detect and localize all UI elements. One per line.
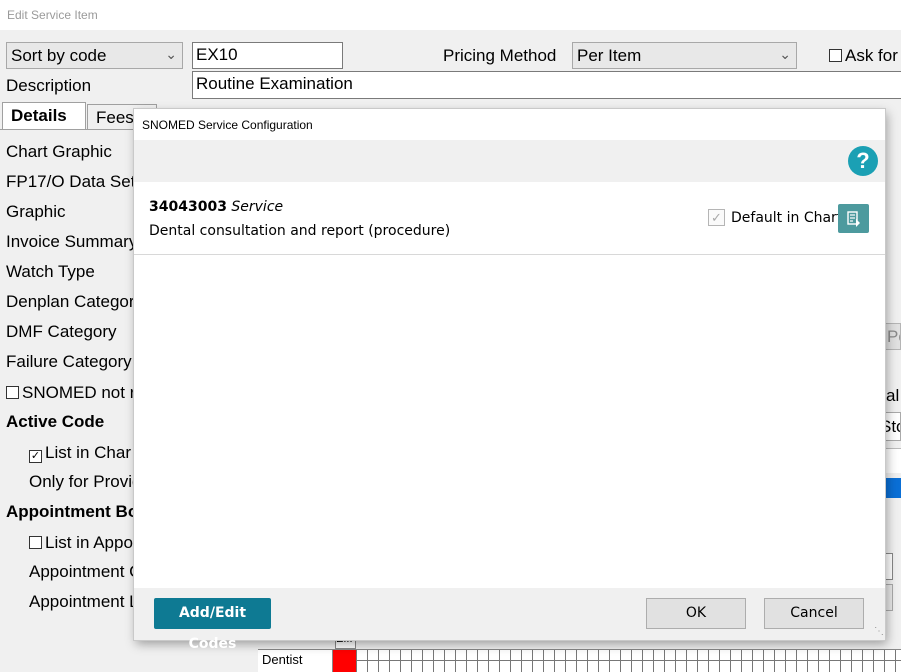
dialog-title: SNOMED Service Configuration [142,118,313,132]
dmf-category-label: DMF Category [6,322,117,341]
ok-button[interactable]: OK [646,598,746,629]
right-button-fragment[interactable]: Po [885,323,901,350]
dialog-toolbar: ? [134,140,885,182]
schedule-strip[interactable]: Dentist [258,649,901,672]
snomed-not-checkbox[interactable]: SNOMED not r [6,383,135,403]
list-in-appointment-checkbox[interactable]: List in Appo [29,533,133,553]
fp17o-label: FP17/O Data Set [6,172,136,191]
cancel-button[interactable]: Cancel [764,598,864,629]
chevron-down-icon: ⌄ [165,46,177,62]
window-titlebar: Edit Service Item [0,0,901,30]
right-selected-row[interactable] [885,478,901,498]
list-in-chart-checkbox[interactable]: ✓ List in Char [29,443,131,463]
only-for-provider-label: Only for Provid [29,472,142,491]
right-box-fragment-2[interactable] [885,584,893,611]
pricing-method-label: Pricing Method [443,46,557,65]
appointment-c-label: Appointment C [29,562,142,581]
watch-type-label: Watch Type [6,262,95,281]
default-in-chart-checkbox[interactable]: ✓ [708,209,725,226]
active-code-heading: Active Code [6,412,105,431]
pricing-method-value: Per Item [577,46,642,65]
window-title: Edit Service Item [7,8,98,22]
description-input[interactable]: Routine Examination [192,71,901,99]
failure-category-label: Failure Category [6,352,132,371]
snomed-code-row[interactable]: 34043003 Service Dental consultation and… [134,182,885,255]
chart-list-button[interactable] [838,204,869,233]
appointment-l-label: Appointment L [29,592,139,611]
schedule-grid [356,650,901,672]
tab-details[interactable]: Details [2,102,86,130]
checkbox-icon [829,49,842,62]
tab-details-label: Details [11,106,67,125]
schedule-row-label: Dentist [262,652,303,667]
schedule-grid-line [356,660,901,661]
ask-for-checkbox[interactable]: Ask for [829,46,898,66]
ask-for-label: Ask for [845,46,898,65]
code-description: Dental consultation and report (procedur… [149,223,451,239]
snomed-not-label: SNOMED not r [22,383,136,402]
list-in-appointment-label: List in Appo [45,533,133,552]
tab-divider [0,129,134,130]
dialog-footer: Add/Edit Codes OK Cancel ⋱ [134,588,885,652]
chart-graphic-label: Chart Graphic [6,142,112,161]
list-edit-icon [847,211,860,227]
resize-grip-icon[interactable]: ⋱ [874,626,884,637]
denplan-category-label: Denplan Category [6,292,144,311]
description-label: Description [6,76,92,95]
snomed-dialog: SNOMED Service Configuration ? 34043003 … [134,109,885,652]
right-label-fragment: al [886,386,900,405]
dialog-titlebar: SNOMED Service Configuration [134,109,885,140]
code-number: 34043003 [149,199,227,215]
code-heading: 34043003 Service [149,199,283,215]
schedule-busy-slot[interactable] [333,650,356,672]
help-icon[interactable]: ? [848,146,878,176]
add-edit-codes-button[interactable]: Add/Edit Codes [154,598,271,652]
default-in-chart-label: Default in Chart [731,210,843,226]
checkbox-icon [29,536,42,549]
code-input-value: EX10 [196,45,238,64]
right-list-fragment [885,448,901,473]
sort-select-value: Sort by code [11,46,107,65]
graphic-label: Graphic [6,202,66,221]
description-value: Routine Examination [196,74,353,93]
pricing-method-select[interactable]: Per Item ⌄ [572,42,797,69]
appointment-book-heading: Appointment Bo [6,502,139,521]
right-button-text: Po [887,327,900,346]
invoice-summary-label: Invoice Summary [6,232,138,251]
code-type: Service [231,199,284,215]
chevron-down-icon: ⌄ [779,46,791,62]
checkbox-icon [6,386,19,399]
list-in-chart-label: List in Char [45,443,131,462]
checkbox-checked-icon: ✓ [29,450,42,463]
sort-select[interactable]: Sort by code ⌄ [6,42,183,69]
right-box-fragment[interactable] [885,553,893,580]
tab-fees-label: Fees [96,108,134,127]
code-input[interactable]: EX10 [192,42,343,69]
